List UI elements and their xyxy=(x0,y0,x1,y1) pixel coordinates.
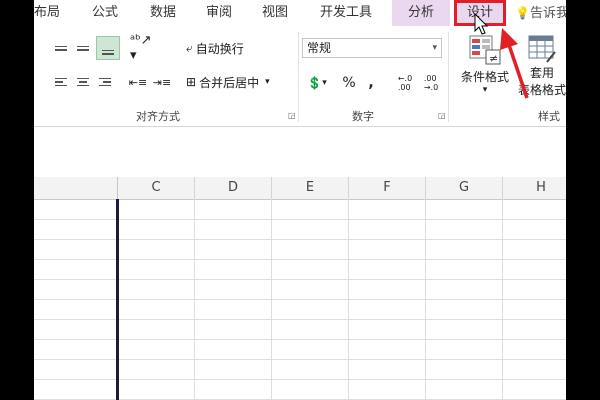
number-format-value: 常规 xyxy=(307,41,332,55)
number-dialog-launcher-icon[interactable]: ◲ xyxy=(438,111,446,120)
tab-analyze[interactable]: 分析 xyxy=(392,0,450,26)
tab-review[interactable]: 审阅 xyxy=(206,0,232,26)
merge-center-button[interactable]: ⊞ 合并后居中 ▾ xyxy=(186,72,298,92)
grid-column-line xyxy=(194,199,195,400)
conditional-formatting-button[interactable]: ≠ 条件格式 ▾ xyxy=(454,30,516,100)
format-as-table-icon xyxy=(528,35,556,63)
column-header[interactable]: C xyxy=(118,177,195,199)
tab-formulas[interactable]: 公式 xyxy=(92,0,118,26)
chevron-down-icon: ▾ xyxy=(265,77,270,87)
grid-row-line xyxy=(34,359,566,360)
grid-column-line xyxy=(502,199,503,400)
grid-row-line xyxy=(34,279,566,280)
grid-row-line xyxy=(34,339,566,340)
tell-me-search[interactable]: 💡告诉我 xyxy=(515,0,566,26)
currency-icon: 💲 xyxy=(307,76,323,90)
accounting-format-button[interactable]: 💲 ▾ xyxy=(302,72,332,94)
tab-design[interactable]: 设计 xyxy=(454,0,506,26)
column-header[interactable]: H xyxy=(503,177,566,199)
lightbulb-icon: 💡 xyxy=(515,6,530,20)
align-middle-icon xyxy=(77,45,89,51)
tab-page-layout[interactable]: 布局 xyxy=(34,0,60,26)
align-top-icon xyxy=(55,45,67,51)
grid-row-line xyxy=(34,379,566,380)
orientation-button[interactable]: ᵃᵇ↗ ▾ xyxy=(130,33,158,63)
svg-text:≠: ≠ xyxy=(489,52,498,65)
grid-row-line xyxy=(34,259,566,260)
number-group-label: 数字 xyxy=(352,110,374,123)
grid-row-line xyxy=(34,319,566,320)
grid-row-line xyxy=(34,239,566,240)
increase-indent-button[interactable]: ⇥≡ xyxy=(152,72,172,92)
increase-decimal-button[interactable]: ←.0 .00 xyxy=(394,70,416,96)
grid-column-line xyxy=(425,199,426,400)
column-header[interactable]: G xyxy=(426,177,503,199)
align-center-button[interactable] xyxy=(74,72,92,92)
align-middle-button[interactable] xyxy=(74,38,92,58)
tab-view[interactable]: 视图 xyxy=(262,0,288,26)
column-header[interactable]: E xyxy=(272,177,349,199)
group-divider xyxy=(298,32,299,122)
merge-center-label: 合并后居中 xyxy=(199,75,260,90)
align-center-icon xyxy=(77,77,89,87)
align-top-button[interactable] xyxy=(52,38,70,58)
formula-bar-area xyxy=(34,127,566,178)
tab-data[interactable]: 数据 xyxy=(150,0,176,26)
format-as-table-label-line1: 套用 xyxy=(529,66,554,80)
conditional-formatting-label: 条件格式 xyxy=(460,70,509,84)
orientation-icon: ᵃᵇ↗ ▾ xyxy=(130,33,152,63)
increase-indent-icon: ⇥≡ xyxy=(152,75,172,89)
chevron-down-icon: ▾ xyxy=(482,85,488,95)
align-right-button[interactable] xyxy=(96,72,114,92)
decrease-decimal-button[interactable]: .00 →.0 xyxy=(420,70,442,96)
tell-me-label: 告诉我 xyxy=(529,6,566,21)
format-as-table-button[interactable]: 套用 表格格式 xyxy=(512,30,566,102)
wrap-text-button[interactable]: ⤶ 自动换行 xyxy=(186,38,296,58)
wrap-text-icon: ⤶ xyxy=(186,40,193,55)
ribbon-body: ᵃᵇ↗ ▾ ⇤≡ ⇥≡ ⤶ 自动换行 ⊞ 合并后居中 ▾ 对齐方式 ◲ 常规 ▾… xyxy=(34,26,566,127)
align-left-icon xyxy=(55,77,67,87)
chevron-down-icon: ▾ xyxy=(432,43,437,53)
conditional-formatting-icon: ≠ xyxy=(469,35,501,65)
format-as-table-label-line2: 表格格式 xyxy=(517,83,566,97)
ribbon-tab-bar: 布局 公式 数据 审阅 视图 开发工具 分析 设计 💡告诉我 xyxy=(34,0,566,26)
cell-grid[interactable] xyxy=(34,199,566,400)
column-header-spacer xyxy=(34,177,118,199)
align-left-button[interactable] xyxy=(52,72,70,92)
column-header[interactable]: F xyxy=(349,177,426,199)
wrap-text-label: 自动换行 xyxy=(195,41,244,56)
grid-row-line xyxy=(34,299,566,300)
align-bottom-icon xyxy=(102,49,114,55)
styles-group-label: 样式 xyxy=(538,110,560,123)
alignment-group-label: 对齐方式 xyxy=(136,110,180,123)
chevron-down-icon: ▾ xyxy=(322,78,327,88)
column-header[interactable]: D xyxy=(195,177,272,199)
column-header-row: C D E F G H xyxy=(34,177,566,200)
align-bottom-button[interactable] xyxy=(96,36,120,60)
merge-center-icon: ⊞ xyxy=(186,75,197,89)
comma-style-button[interactable]: , xyxy=(364,72,378,94)
decrease-indent-button[interactable]: ⇤≡ xyxy=(128,72,148,92)
grid-column-line xyxy=(271,199,272,400)
percent-style-button[interactable]: % xyxy=(340,72,358,94)
number-format-select[interactable]: 常规 ▾ xyxy=(302,38,442,58)
decrease-indent-icon: ⇤≡ xyxy=(128,75,148,89)
excel-window: 布局 公式 数据 审阅 视图 开发工具 分析 设计 💡告诉我 ᵃᵇ↗ ▾ ⇤≡ … xyxy=(34,0,566,400)
alignment-dialog-launcher-icon[interactable]: ◲ xyxy=(288,111,296,120)
grid-column-line xyxy=(348,199,349,400)
tab-developer[interactable]: 开发工具 xyxy=(320,0,372,26)
grid-row-line xyxy=(34,219,566,220)
selected-column-border xyxy=(116,199,119,400)
align-right-icon xyxy=(99,77,111,87)
group-divider xyxy=(448,32,449,122)
